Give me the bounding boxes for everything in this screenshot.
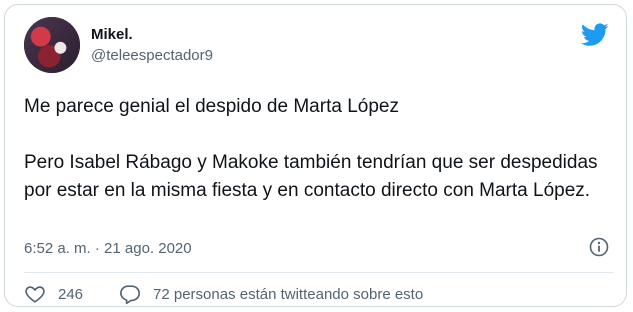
tweet-text: Me parece genial el despido de Marta Lóp…	[24, 93, 614, 205]
twitter-bird-icon[interactable]	[581, 23, 609, 47]
author-handle[interactable]: @teleespectador9	[91, 47, 213, 64]
speech-bubble-icon	[120, 285, 140, 305]
author-display-name[interactable]: Mikel.	[91, 26, 133, 43]
info-icon[interactable]	[589, 237, 609, 257]
divider	[24, 272, 614, 273]
avatar[interactable]	[24, 17, 80, 73]
like-button[interactable]: 246	[24, 283, 83, 305]
conversation-count-text: 72 personas están twitteando sobre esto	[153, 285, 424, 303]
tweet-card: Mikel. @teleespectador9 Me parece genial…	[4, 4, 627, 307]
conversation-link[interactable]: 72 personas están twitteando sobre esto	[119, 283, 423, 305]
avatar-image	[24, 17, 80, 73]
heart-icon	[25, 286, 45, 303]
tweet-text-line-1: Me parece genial el despido de Marta Lóp…	[24, 96, 399, 117]
like-count: 246	[58, 285, 84, 303]
tweet-timestamp[interactable]: 6:52 a. m. · 21 ago. 2020	[24, 240, 192, 257]
tweet-text-line-2: Pero Isabel Rábago y Makoke también tend…	[24, 152, 598, 201]
